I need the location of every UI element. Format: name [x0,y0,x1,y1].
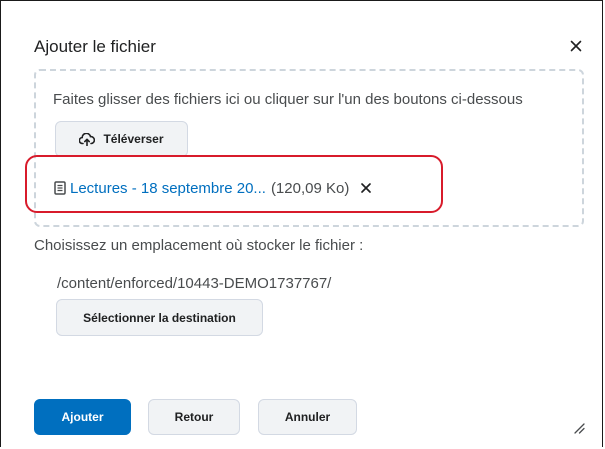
resize-handle-icon[interactable] [573,421,585,434]
remove-icon[interactable] [359,181,373,195]
file-name-link[interactable]: Lectures - 18 septembre 20... [70,180,266,197]
select-destination-button[interactable]: Sélectionner la destination [56,299,263,336]
close-icon[interactable] [568,38,584,54]
cancel-button[interactable]: Annuler [258,399,357,435]
dropzone-hint: Faites glisser des fichiers ici ou cliqu… [53,91,523,108]
cloud-upload-icon [79,132,96,146]
attached-file: Lectures - 18 septembre 20... (120,09 Ko… [54,178,373,198]
add-file-dialog: Ajouter le fichier Faites glisser des fi… [0,0,603,447]
upload-button-label: Téléverser [103,132,164,146]
destination-path: /content/enforced/10443-DEMO1737767/ [57,275,332,292]
location-label: Choisissez un emplacement où stocker le … [34,237,364,254]
back-button[interactable]: Retour [148,399,240,435]
upload-button[interactable]: Téléverser [55,121,188,157]
file-size: (120,09 Ko) [270,179,350,197]
document-icon [54,181,66,195]
add-button[interactable]: Ajouter [34,399,131,435]
dialog-title: Ajouter le fichier [34,37,156,56]
